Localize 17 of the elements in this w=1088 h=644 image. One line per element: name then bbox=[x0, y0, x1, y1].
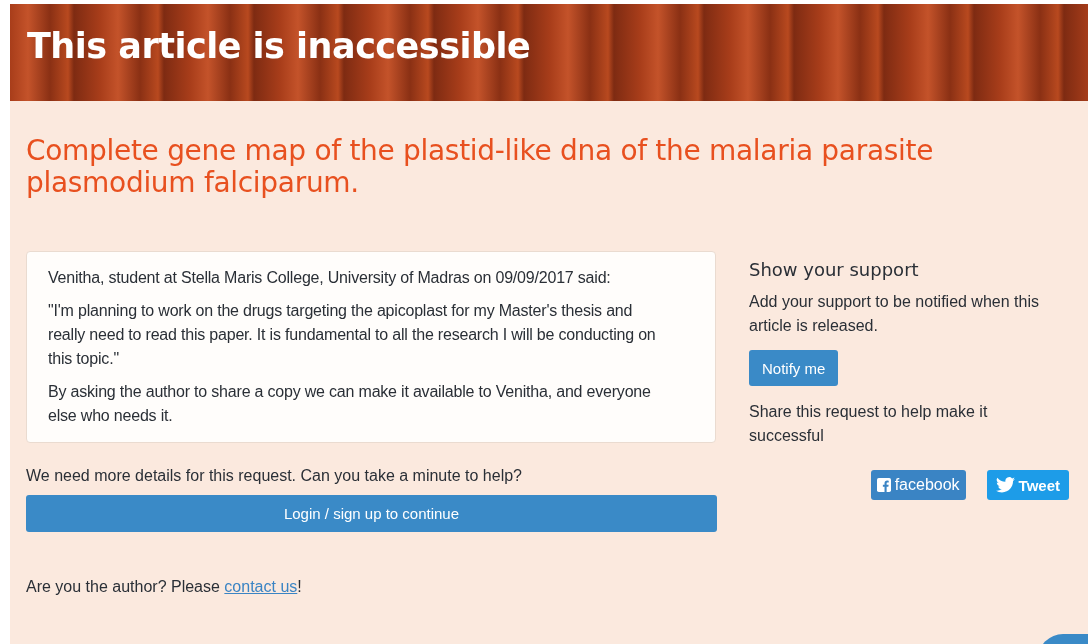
request-quote: "I'm planning to work on the drugs targeting the apicoplast for my Master's thesis and really need to read this paper. It is fundamental to all the research I will be conducting on this topic." bbox=[48, 301, 657, 369]
support-heading: Show your support bbox=[749, 259, 920, 280]
author-prompt: Are you the author? Please contact us! bbox=[26, 578, 303, 596]
facebook-share-button[interactable]: facebook bbox=[870, 470, 966, 500]
login-button[interactable]: Login / sign up to continue bbox=[26, 495, 717, 532]
twitter-share-button[interactable]: Tweet bbox=[986, 470, 1069, 500]
share-text: Share this request to help make it successful bbox=[749, 402, 989, 446]
help-prompt: We need more details for this request. Can you take a minute to help? bbox=[26, 467, 523, 485]
support-text: Add your support to be notified when this article is released. bbox=[749, 292, 1040, 336]
facebook-icon bbox=[876, 478, 891, 492]
request-note: By asking the author to share a copy we can make it available to Venitha, and everyone else who needs it. bbox=[48, 382, 652, 426]
request-byline: Venitha, student at Stella Maris College, University of Madras on 09/09/2017 said: bbox=[48, 268, 612, 288]
notify-button[interactable]: Notify me bbox=[749, 350, 839, 386]
contact-link[interactable]: contact us bbox=[224, 578, 298, 595]
bird-icon bbox=[995, 477, 1015, 493]
banner-title: This article is inaccessible bbox=[26, 25, 532, 66]
article-title: Complete gene map of the plastid-like dna of the malaria parasite plasmodium falciparum. bbox=[26, 135, 935, 199]
